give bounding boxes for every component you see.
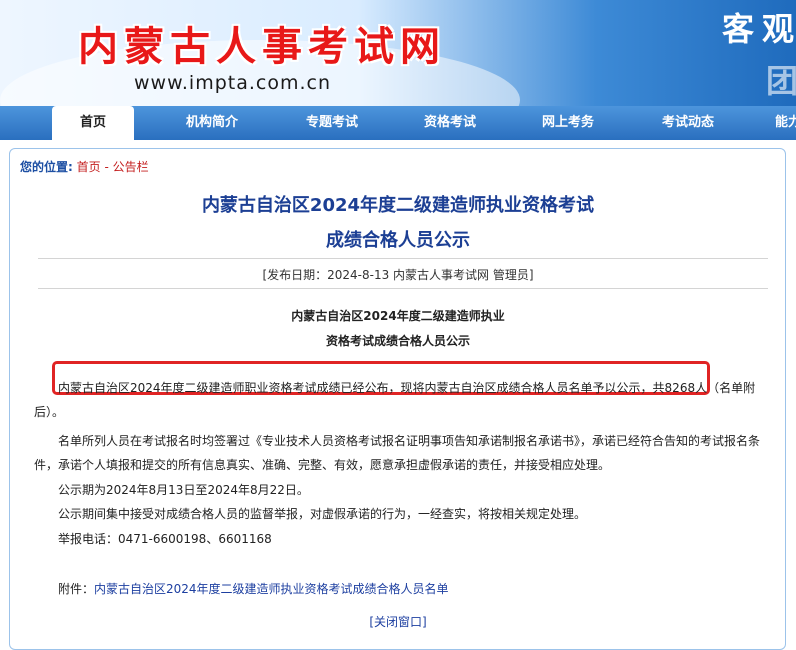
notice-paragraph-announcement: 内蒙古自治区2024年度二级建造师职业资格考试成绩已经公布，现将内蒙古自治区成绩… [34,381,756,419]
breadcrumb-home-link[interactable]: 首页 [77,160,101,174]
nav-item-home[interactable]: 首页 [52,106,134,140]
breadcrumb: 您的位置: 首页 - 公告栏 [20,158,149,175]
article-title-line2: 成绩合格人员公示 [326,230,470,251]
notice-paragraph-period: 公示期为2024年8月13日至2024年8月22日。 [58,483,309,497]
breadcrumb-current-link[interactable]: 公告栏 [113,160,149,174]
close-window-link[interactable]: [关闭窗口] [0,613,796,630]
nav-item-about[interactable]: 机构简介 [174,106,250,140]
nav-item-special-exams[interactable]: 专题考试 [294,106,370,140]
nav-item-ability[interactable]: 能力 [768,106,796,140]
nav-item-qualification-exams[interactable]: 资格考试 [412,106,488,140]
site-header: 内蒙古人事考试网 www.impta.com.cn 客观 团 [0,0,796,106]
publish-info: [发布日期：2024-8-13 内蒙古人事考试网 管理员] [262,268,534,282]
divider-bottom [38,288,768,289]
breadcrumb-separator: - [100,160,113,174]
nav-item-online-affairs[interactable]: 网上考务 [530,106,606,140]
notice-subtitle-line2: 资格考试成绩合格人员公示 [325,334,470,348]
breadcrumb-label: 您的位置: [20,160,73,174]
header-slogan: 客观 [722,10,796,48]
divider-top [38,258,768,259]
attachment-label: 附件： [58,582,95,596]
site-logo-title[interactable]: 内蒙古人事考试网 [78,14,446,72]
attachment-link[interactable]: 内蒙古自治区2024年度二级建造师执业资格考试成绩合格人员名单 [94,582,449,596]
notice-paragraph-commitment: 名单所列人员在考试报名时均签署过《专业技术人员资格考试报名证明事项告知承诺制报名… [34,434,761,472]
attachment-row: 附件：内蒙古自治区2024年度二级建造师执业资格考试成绩合格人员名单 [58,580,449,597]
notice-paragraph-hotline: 举报电话：0471-6600198、6601168 [58,532,272,546]
notice-subtitle-line1: 内蒙古自治区2024年度二级建造师执业 [291,309,505,323]
nav-item-exam-news[interactable]: 考试动态 [650,106,726,140]
article-title-line1: 内蒙古自治区2024年度二级建造师执业资格考试 [201,195,595,216]
header-slogan-secondary: 团 [766,62,796,100]
main-nav: 首页 机构简介 专题考试 资格考试 网上考务 考试动态 能力 [0,106,796,140]
site-url: www.impta.com.cn [134,72,332,94]
notice-paragraph-supervision: 公示期间集中接受对成绩合格人员的监督举报，对虚假承诺的行为，一经查实，将按相关规… [58,507,587,521]
